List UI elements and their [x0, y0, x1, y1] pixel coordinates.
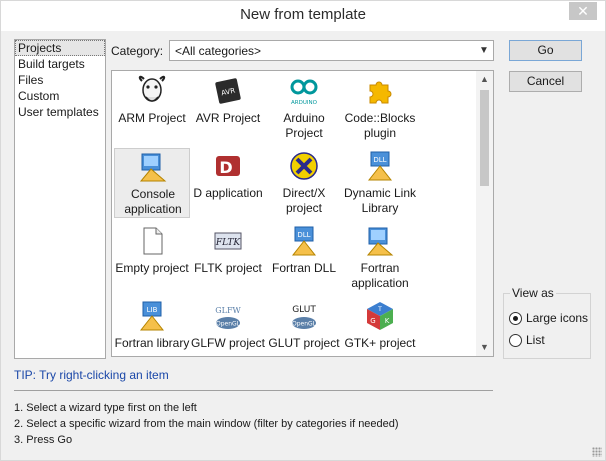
svg-text:FLTK: FLTK — [215, 238, 241, 248]
template-console-application[interactable]: Console application — [114, 148, 190, 218]
template-label: Arduino Project — [283, 111, 325, 140]
list-label: List — [526, 333, 545, 347]
svg-text:G: G — [370, 317, 375, 325]
template-fortran-application[interactable]: Fortran application — [342, 223, 418, 293]
dll-icon: DLL — [367, 151, 393, 181]
template-type-list[interactable]: Projects Build targets Files Custom User… — [14, 39, 106, 359]
template-label: GLFW project — [190, 336, 265, 350]
category-label: Category: — [111, 44, 164, 58]
title-bar: New from template ✕ — [1, 1, 605, 31]
large-icons-label: Large icons — [526, 311, 589, 325]
template-label: GLUT project — [268, 336, 340, 350]
template-glut-project[interactable]: GLUT OpenGL GLUT project — [266, 298, 342, 356]
template-label: GTK+ project — [344, 336, 416, 350]
template-label: Console application — [124, 187, 182, 216]
template-label: FLTK project — [194, 261, 262, 275]
fortran-app-icon — [366, 227, 394, 256]
template-label: D application — [193, 186, 263, 200]
list-item-custom[interactable]: Custom — [15, 88, 105, 104]
cancel-button[interactable]: Cancel — [509, 71, 582, 92]
svg-text:GLFW: GLFW — [215, 306, 241, 315]
help-step-3: 3. Press Go — [14, 434, 73, 446]
template-label: Fortran application — [351, 261, 409, 290]
gnu-head-icon — [138, 75, 166, 102]
directx-icon — [290, 152, 318, 180]
separator — [14, 390, 493, 391]
fltk-icon: FLTK — [214, 232, 242, 250]
template-fltk-project[interactable]: FLTK FLTK project — [190, 223, 266, 293]
fortran-dll-icon: DLL — [291, 226, 317, 256]
svg-text:OpenGL: OpenGL — [292, 321, 317, 328]
template-directx-project[interactable]: Direct/X project — [266, 148, 342, 218]
template-label: Fortran DLL — [271, 261, 337, 275]
template-label: Empty project — [115, 261, 189, 275]
svg-text:ARDUINO: ARDUINO — [291, 100, 318, 106]
puzzle-piece-icon — [369, 81, 392, 104]
template-glfw-project[interactable]: GLFW OpenGL GLFW project — [190, 298, 266, 356]
category-select[interactable]: <All categories> ▼ — [169, 40, 494, 61]
dialog-body: Projects Build targets Files Custom User… — [1, 31, 605, 460]
template-grid-scrollbar[interactable]: ▲ ▼ — [476, 71, 493, 356]
template-codeblocks-plugin[interactable]: Code::Blocks plugin — [342, 73, 418, 143]
template-dynamic-link-library[interactable]: DLL Dynamic Link Library — [342, 148, 418, 218]
svg-text:T: T — [377, 306, 382, 313]
help-step-2: 2. Select a specific wizard from the mai… — [14, 418, 399, 430]
d-language-icon: D — [216, 156, 240, 177]
template-label: ARM Project — [118, 111, 186, 125]
scroll-thumb[interactable] — [480, 90, 489, 186]
template-label: Direct/X project — [282, 186, 326, 215]
scroll-up-icon[interactable]: ▲ — [476, 71, 493, 88]
template-arm-project[interactable]: ARM Project — [114, 73, 190, 143]
glfw-opengl-icon: GLFW OpenGL — [215, 306, 242, 329]
category-select-value: <All categories> — [175, 44, 262, 58]
dialog-window: New from template ✕ Projects Build targe… — [0, 0, 606, 461]
dialog-title: New from template — [240, 6, 366, 23]
close-button[interactable]: ✕ — [569, 2, 597, 20]
list-item-files[interactable]: Files — [15, 72, 105, 88]
list-item-user-templates[interactable]: User templates — [15, 104, 105, 120]
help-step-1: 1. Select a wizard type first on the lef… — [14, 402, 197, 414]
svg-text:OpenGL: OpenGL — [216, 321, 241, 328]
console-app-icon — [139, 153, 167, 182]
tip-text: TIP: Try right-clicking an item — [14, 368, 169, 382]
large-icons-radio[interactable] — [509, 312, 522, 325]
template-d-application[interactable]: D D application — [190, 148, 266, 218]
avr-chip-icon: AVR — [215, 78, 241, 104]
view-as-legend: View as — [510, 286, 556, 300]
svg-text:GLUT: GLUT — [292, 305, 316, 315]
go-button[interactable]: Go — [509, 40, 582, 61]
close-icon: ✕ — [577, 3, 589, 19]
glut-opengl-icon: GLUT OpenGL — [292, 305, 317, 329]
blank-document-icon — [143, 227, 163, 255]
svg-text:LIB: LIB — [147, 306, 158, 314]
list-item-build-targets[interactable]: Build targets — [15, 56, 105, 72]
chevron-down-icon[interactable]: ▼ — [477, 43, 491, 58]
template-gtk-project[interactable]: G K T GTK+ project — [342, 298, 418, 356]
fortran-lib-icon: LIB — [139, 301, 165, 331]
list-item-projects[interactable]: Projects — [15, 40, 105, 56]
template-label: Dynamic Link Library — [343, 186, 417, 215]
template-fortran-library[interactable]: LIB Fortran library — [114, 298, 190, 356]
svg-text:DLL: DLL — [373, 156, 386, 164]
template-label: Fortran library — [114, 336, 190, 350]
template-avr-project[interactable]: AVR AVR Project — [190, 73, 266, 143]
resize-grip[interactable] — [592, 447, 602, 457]
template-grid[interactable]: ARM Project AVR AVR Project ARDUINO Ardu… — [111, 70, 494, 357]
template-arduino-project[interactable]: ARDUINO Arduino Project — [266, 73, 342, 143]
list-radio[interactable] — [509, 334, 522, 347]
arduino-logo-icon: ARDUINO — [290, 79, 318, 106]
template-label: Code::Blocks plugin — [344, 111, 416, 140]
template-empty-project[interactable]: Empty project — [114, 223, 190, 293]
svg-text:DLL: DLL — [297, 231, 310, 239]
template-grid-items: ARM Project AVR AVR Project ARDUINO Ardu… — [112, 71, 477, 356]
view-as-group: View as Large icons List — [503, 286, 591, 359]
svg-text:D: D — [219, 158, 232, 177]
svg-text:K: K — [385, 317, 390, 325]
template-fortran-dll[interactable]: DLL Fortran DLL — [266, 223, 342, 293]
template-label: AVR Project — [195, 111, 261, 125]
scroll-down-icon[interactable]: ▼ — [476, 339, 493, 356]
gtk-cube-icon: G K T — [367, 302, 393, 330]
